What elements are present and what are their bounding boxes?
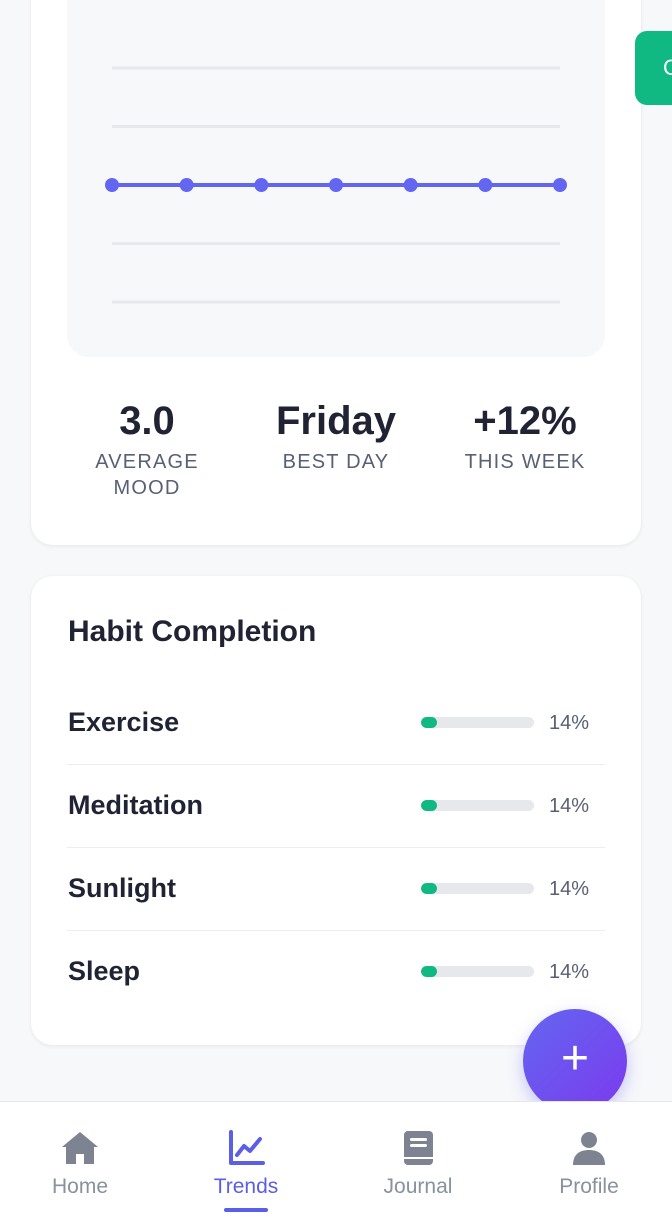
habit-percent: 14% — [549, 878, 590, 900]
mood-trend-card: 3.0 AVERAGE MOOD Friday BEST DAY +12% TH… — [31, 0, 641, 545]
trends-screen: 3.0 AVERAGE MOOD Friday BEST DAY +12% TH… — [0, 0, 672, 1232]
habit-name: Sleep — [68, 956, 141, 986]
habit-list: Exercise 14% Meditation 14% Sunlight 14% — [67, 682, 605, 1013]
mood-data-point[interactable] — [105, 178, 119, 192]
stat-label: AVERAGE MOOD — [95, 451, 199, 499]
mood-data-point[interactable] — [553, 178, 567, 192]
nav-item-trends[interactable]: Trends — [166, 1102, 326, 1232]
habit-progress-fill — [421, 800, 437, 811]
mood-stats-row: 3.0 AVERAGE MOOD Friday BEST DAY +12% TH… — [31, 397, 641, 507]
add-entry-button[interactable]: + — [523, 1009, 627, 1113]
habit-progress-track — [421, 883, 534, 894]
mood-data-point[interactable] — [329, 178, 343, 192]
home-icon — [62, 1132, 98, 1164]
stat-label: THIS WEEK — [464, 451, 586, 473]
user-icon — [573, 1132, 605, 1165]
mood-data-point[interactable] — [179, 178, 194, 192]
habit-progress-track — [421, 966, 534, 977]
habit-row[interactable]: Sleep 14% — [67, 931, 605, 1013]
habit-row[interactable]: Sunlight 14% — [67, 848, 605, 931]
habit-percent: 14% — [549, 795, 590, 817]
habit-completion-card: Habit Completion Exercise 14% Meditation… — [31, 576, 641, 1045]
mood-data-point[interactable] — [254, 178, 269, 192]
habit-row[interactable]: Meditation 14% — [67, 765, 605, 848]
book-icon — [404, 1131, 433, 1165]
stat-value: 3.0 — [119, 399, 175, 443]
habit-progress-track — [421, 800, 534, 811]
mood-data-point[interactable] — [403, 178, 418, 192]
bottom-navigation: Home Trends Journal Profile — [0, 1101, 672, 1232]
habit-percent: 14% — [549, 961, 590, 983]
active-tab-indicator — [224, 1208, 268, 1212]
habit-name: Meditation — [68, 790, 203, 820]
mood-chart-area — [67, 0, 605, 357]
mood-data-point[interactable] — [478, 178, 493, 192]
nav-label: Profile — [559, 1175, 619, 1198]
habit-progress-track — [421, 717, 534, 728]
stat-best-day: Friday BEST DAY — [246, 397, 426, 475]
habit-name: Exercise — [68, 707, 180, 737]
habit-progress-fill — [421, 717, 437, 728]
check-in-button[interactable]: C — [635, 31, 672, 105]
stat-this-week: +12% THIS WEEK — [435, 397, 615, 475]
habit-progress-fill — [421, 966, 437, 977]
nav-item-home[interactable]: Home — [0, 1102, 160, 1232]
stat-label: BEST DAY — [282, 451, 390, 473]
stat-value: +12% — [473, 399, 577, 443]
mood-line-chart — [105, 66, 567, 304]
stat-value: Friday — [275, 399, 397, 443]
chart-line-icon — [229, 1130, 265, 1165]
habit-row[interactable]: Exercise 14% — [67, 682, 605, 765]
stat-average-mood: 3.0 AVERAGE MOOD — [57, 397, 237, 501]
habit-percent: 14% — [549, 712, 590, 734]
habit-name: Sunlight — [68, 873, 176, 903]
nav-label: Home — [51, 1175, 109, 1198]
nav-item-journal[interactable]: Journal — [338, 1102, 498, 1232]
nav-label: Journal — [383, 1175, 453, 1198]
nav-label: Trends — [213, 1175, 279, 1198]
habit-progress-fill — [421, 883, 437, 894]
nav-item-profile[interactable]: Profile — [509, 1102, 669, 1232]
habit-card-title: Habit Completion — [68, 615, 317, 648]
